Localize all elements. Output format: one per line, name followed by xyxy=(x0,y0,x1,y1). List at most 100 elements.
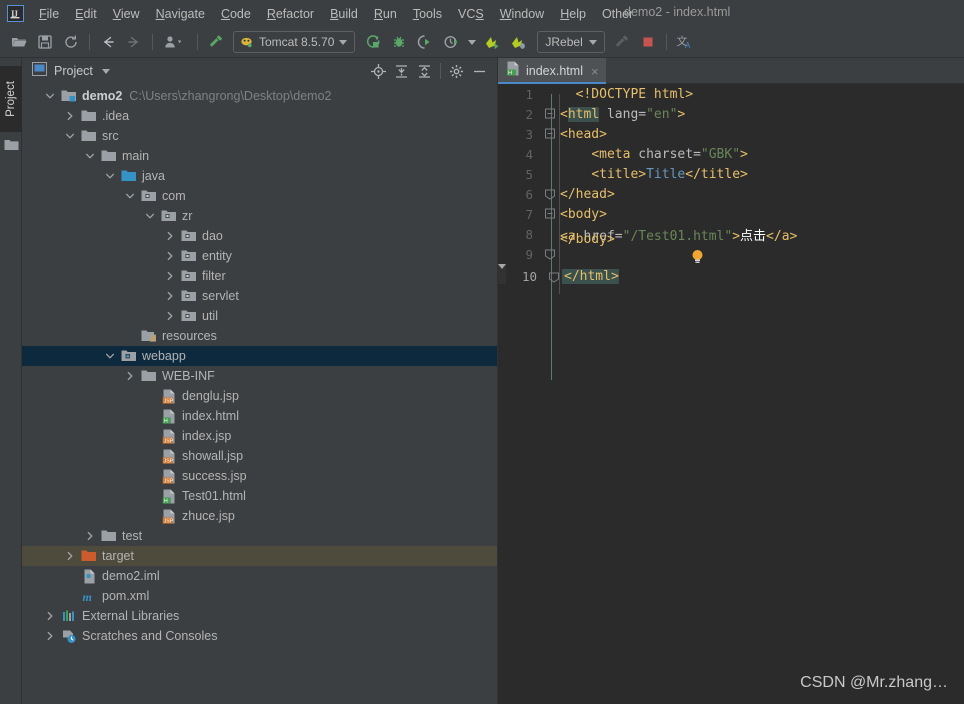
package-icon xyxy=(141,188,157,204)
menu-item-code[interactable]: Code xyxy=(213,4,259,24)
chevron-down-icon[interactable] xyxy=(101,68,110,74)
stop-icon[interactable] xyxy=(635,30,661,54)
menu-item-edit[interactable]: Edit xyxy=(67,4,105,24)
chevron-right-icon[interactable] xyxy=(44,630,56,642)
tree-node-showall-jsp[interactable]: JSP showall.jsp xyxy=(22,446,497,466)
tree-node-util[interactable]: util xyxy=(22,306,497,326)
translate-icon[interactable]: 文A xyxy=(672,30,698,54)
menu-item-view[interactable]: View xyxy=(105,4,148,24)
run-configuration-selector[interactable]: Tomcat 8.5.70 xyxy=(233,31,356,53)
chevron-right-icon[interactable] xyxy=(84,530,96,542)
code-editor[interactable]: 1 <!DOCTYPE html> 2 <html lang="en"> 3 <… xyxy=(498,84,964,704)
chevron-right-icon[interactable] xyxy=(44,610,56,622)
tree-node-zr[interactable]: zr xyxy=(22,206,497,226)
tree-node-dao[interactable]: dao xyxy=(22,226,497,246)
run-icon[interactable] xyxy=(360,30,386,54)
menu-item-build[interactable]: Build xyxy=(322,4,366,24)
chevron-down-icon[interactable] xyxy=(44,90,56,102)
chevron-right-icon[interactable] xyxy=(124,370,136,382)
menu-item-refactor[interactable]: Refactor xyxy=(259,4,322,24)
open-folder-icon[interactable] xyxy=(6,30,32,54)
jrebel-selector[interactable]: JRebel xyxy=(537,31,605,53)
chevron-down-icon[interactable] xyxy=(144,210,156,222)
menu-item-navigate[interactable]: Navigate xyxy=(148,4,213,24)
profile-dropdown-icon[interactable] xyxy=(158,30,192,54)
tree-node-resources[interactable]: resources xyxy=(22,326,497,346)
code-token-matched-tag: </html> xyxy=(562,269,619,284)
chevron-right-icon[interactable] xyxy=(164,290,176,302)
fold-gutter[interactable] xyxy=(546,267,562,287)
chevron-right-icon[interactable] xyxy=(164,270,176,282)
jrebel-run-icon[interactable] xyxy=(479,30,505,54)
navigate-forward-icon[interactable] xyxy=(121,30,147,54)
chevron-right-icon[interactable] xyxy=(64,550,76,562)
sync-refresh-icon[interactable] xyxy=(58,30,84,54)
tree-node-webapp[interactable]: webapp xyxy=(22,346,497,366)
menu-item-vcs[interactable]: VCS xyxy=(450,4,492,24)
tree-node-denglu-jsp[interactable]: JSP denglu.jsp xyxy=(22,386,497,406)
tree-node-src[interactable]: src xyxy=(22,126,497,146)
tree-node-test[interactable]: test xyxy=(22,526,497,546)
tree-node-label: resources xyxy=(162,329,217,343)
tree-node-pom-xml[interactable]: m pom.xml xyxy=(22,586,497,606)
chevron-down-icon[interactable] xyxy=(104,350,116,362)
menu-item-window[interactable]: Window xyxy=(492,4,552,24)
build-hammer-icon[interactable] xyxy=(203,30,229,54)
chevron-down-icon[interactable] xyxy=(124,190,136,202)
fold-gutter[interactable] xyxy=(542,124,558,144)
tree-node-main[interactable]: main xyxy=(22,146,497,166)
tree-node-demo2[interactable]: demo2 C:\Users\zhangrong\Desktop\demo2 xyxy=(22,86,497,106)
run-with-coverage-icon[interactable] xyxy=(412,30,438,54)
fold-gutter[interactable] xyxy=(542,204,558,224)
tree-node-success-jsp[interactable]: JSP success.jsp xyxy=(22,466,497,486)
menu-item-file[interactable]: File xyxy=(31,4,67,24)
tree-node-zhuce-jsp[interactable]: JSP zhuce.jsp xyxy=(22,506,497,526)
chevron-right-icon[interactable] xyxy=(164,230,176,242)
tree-node-servlet[interactable]: servlet xyxy=(22,286,497,306)
tree-node-index-jsp[interactable]: JSP index.jsp xyxy=(22,426,497,446)
folder-icon[interactable] xyxy=(4,138,19,156)
tree-node-scratches-and-consoles[interactable]: Scratches and Consoles xyxy=(22,626,497,646)
tree-node-demo2-iml[interactable]: demo2.iml xyxy=(22,566,497,586)
locate-target-icon[interactable] xyxy=(367,60,390,82)
tree-node--idea[interactable]: .idea xyxy=(22,106,497,126)
jrebel-debug-icon[interactable] xyxy=(505,30,531,54)
hammer-grey-icon[interactable] xyxy=(609,30,635,54)
hide-panel-icon[interactable] xyxy=(468,60,491,82)
collapse-all-icon[interactable] xyxy=(413,60,436,82)
chevron-right-icon[interactable] xyxy=(64,110,76,122)
tree-node-com[interactable]: com xyxy=(22,186,497,206)
fold-gutter[interactable] xyxy=(542,244,558,264)
editor-tab-index-html[interactable]: H index.html × xyxy=(498,58,606,84)
tool-window-button-project[interactable]: Project xyxy=(0,66,22,132)
chevron-down-icon[interactable] xyxy=(104,170,116,182)
jsp-file-icon: JSP xyxy=(161,388,177,404)
close-icon[interactable]: × xyxy=(591,65,599,78)
fold-gutter[interactable] xyxy=(542,104,558,124)
navigate-back-icon[interactable] xyxy=(95,30,121,54)
tree-node-index-html[interactable]: Hindex.html xyxy=(22,406,497,426)
tree-node-web-inf[interactable]: WEB-INF xyxy=(22,366,497,386)
expand-all-icon[interactable] xyxy=(390,60,413,82)
fold-gutter[interactable] xyxy=(542,184,558,204)
chevron-right-icon[interactable] xyxy=(164,310,176,322)
profiler-dropdown-icon[interactable] xyxy=(464,30,479,54)
save-all-icon[interactable] xyxy=(32,30,58,54)
chevron-down-icon[interactable] xyxy=(64,130,76,142)
tree-node-test01-html[interactable]: H Test01.html xyxy=(22,486,497,506)
menu-item-run[interactable]: Run xyxy=(366,4,405,24)
tree-node-target[interactable]: target xyxy=(22,546,497,566)
tree-node-external-libraries[interactable]: External Libraries xyxy=(22,606,497,626)
chevron-right-icon[interactable] xyxy=(164,250,176,262)
debug-icon[interactable] xyxy=(386,30,412,54)
tree-node-filter[interactable]: filter xyxy=(22,266,497,286)
tree-node-java[interactable]: java xyxy=(22,166,497,186)
chevron-down-icon[interactable] xyxy=(84,150,96,162)
menu-item-help[interactable]: Help xyxy=(552,4,594,24)
tree-node-entity[interactable]: entity xyxy=(22,246,497,266)
profiler-icon[interactable] xyxy=(438,30,464,54)
intention-bulb-icon[interactable] xyxy=(566,234,703,263)
menu-item-tools[interactable]: Tools xyxy=(405,4,450,24)
project-tree[interactable]: demo2 C:\Users\zhangrong\Desktop\demo2 .id… xyxy=(22,84,497,704)
settings-gear-icon[interactable] xyxy=(445,60,468,82)
